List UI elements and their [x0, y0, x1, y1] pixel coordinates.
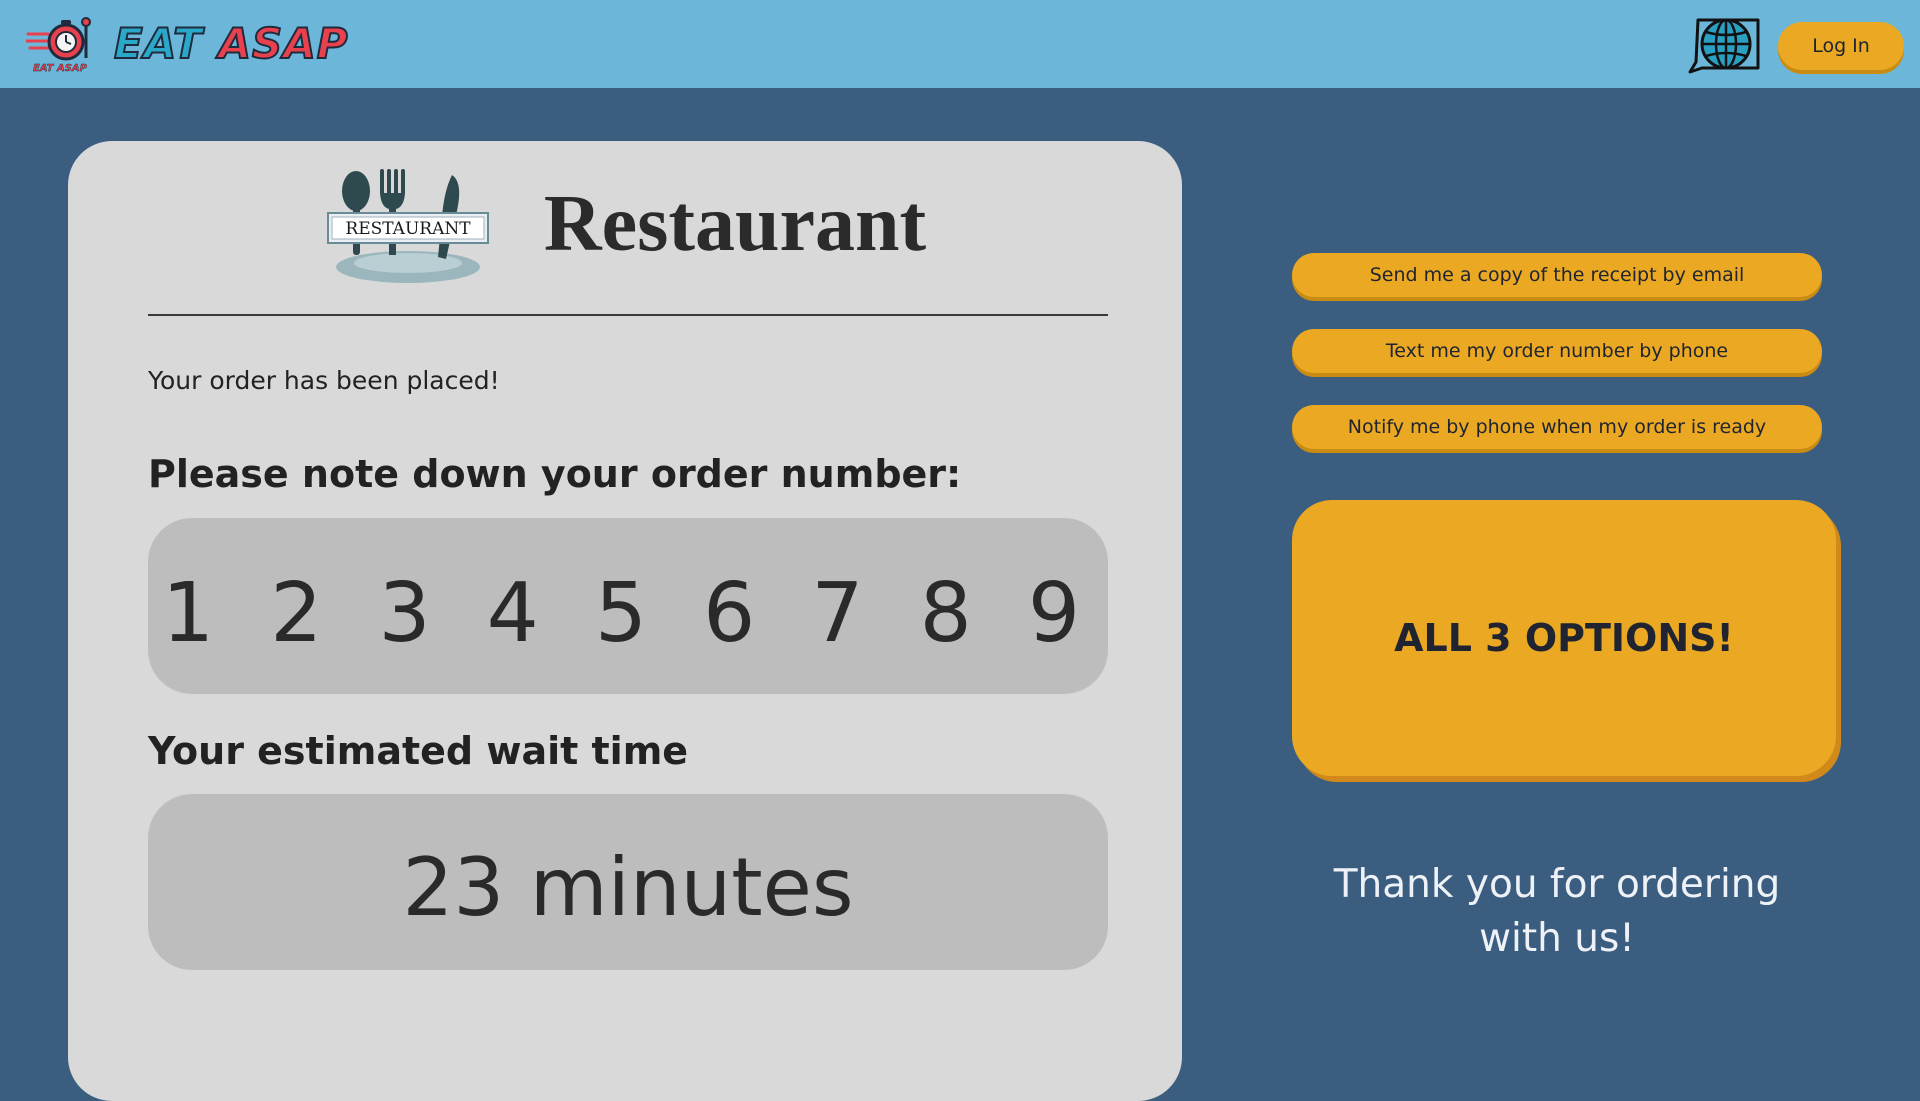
all-options-button[interactable]: ALL 3 OPTIONS!: [1292, 500, 1836, 776]
thank-you-message: Thank you for ordering with us!: [1333, 862, 1781, 961]
top-navbar: EAT ASAP EAT ASAP Log In: [0, 0, 1920, 88]
text-order-number-button[interactable]: Text me my order number by phone: [1292, 329, 1822, 373]
wait-time-label: Your estimated wait time: [148, 729, 689, 773]
order-number-label: Please note down your order number:: [148, 452, 962, 496]
order-placed-message: Your order has been placed!: [148, 366, 500, 395]
login-button[interactable]: Log In: [1778, 22, 1904, 70]
order-number-box: 1 2 3 4 5 6 7 8 9: [148, 518, 1108, 694]
language-button[interactable]: [1684, 14, 1764, 74]
restaurant-logo-label: RESTAURANT: [345, 219, 471, 239]
restaurant-logo-icon: RESTAURANT: [326, 169, 489, 283]
globe-icon: [1688, 18, 1760, 74]
restaurant-header: RESTAURANT Restaurant: [68, 163, 1182, 285]
order-confirmation-card: RESTAURANT Restaurant Your order has bee…: [68, 141, 1182, 1101]
brand-logo[interactable]: EAT ASAP EAT ASAP: [26, 14, 349, 74]
brand-word-eat: EAT: [113, 19, 203, 68]
order-number-value: 1 2 3 4 5 6 7 8 9: [161, 565, 1095, 661]
restaurant-name: Restaurant: [543, 180, 927, 268]
notify-ready-button[interactable]: Notify me by phone when my order is read…: [1292, 405, 1822, 449]
header-divider: [148, 314, 1108, 316]
brand-word-asap: ASAP: [217, 19, 349, 68]
eat-asap-logo-icon: EAT ASAP: [26, 17, 91, 74]
wait-time-value: 23 minutes: [402, 840, 854, 934]
brand-wordmark: EAT ASAP: [113, 22, 348, 66]
brand-mark-text: EAT ASAP: [33, 63, 88, 74]
wait-time-box: 23 minutes: [148, 794, 1108, 970]
email-receipt-button[interactable]: Send me a copy of the receipt by email: [1292, 253, 1822, 297]
